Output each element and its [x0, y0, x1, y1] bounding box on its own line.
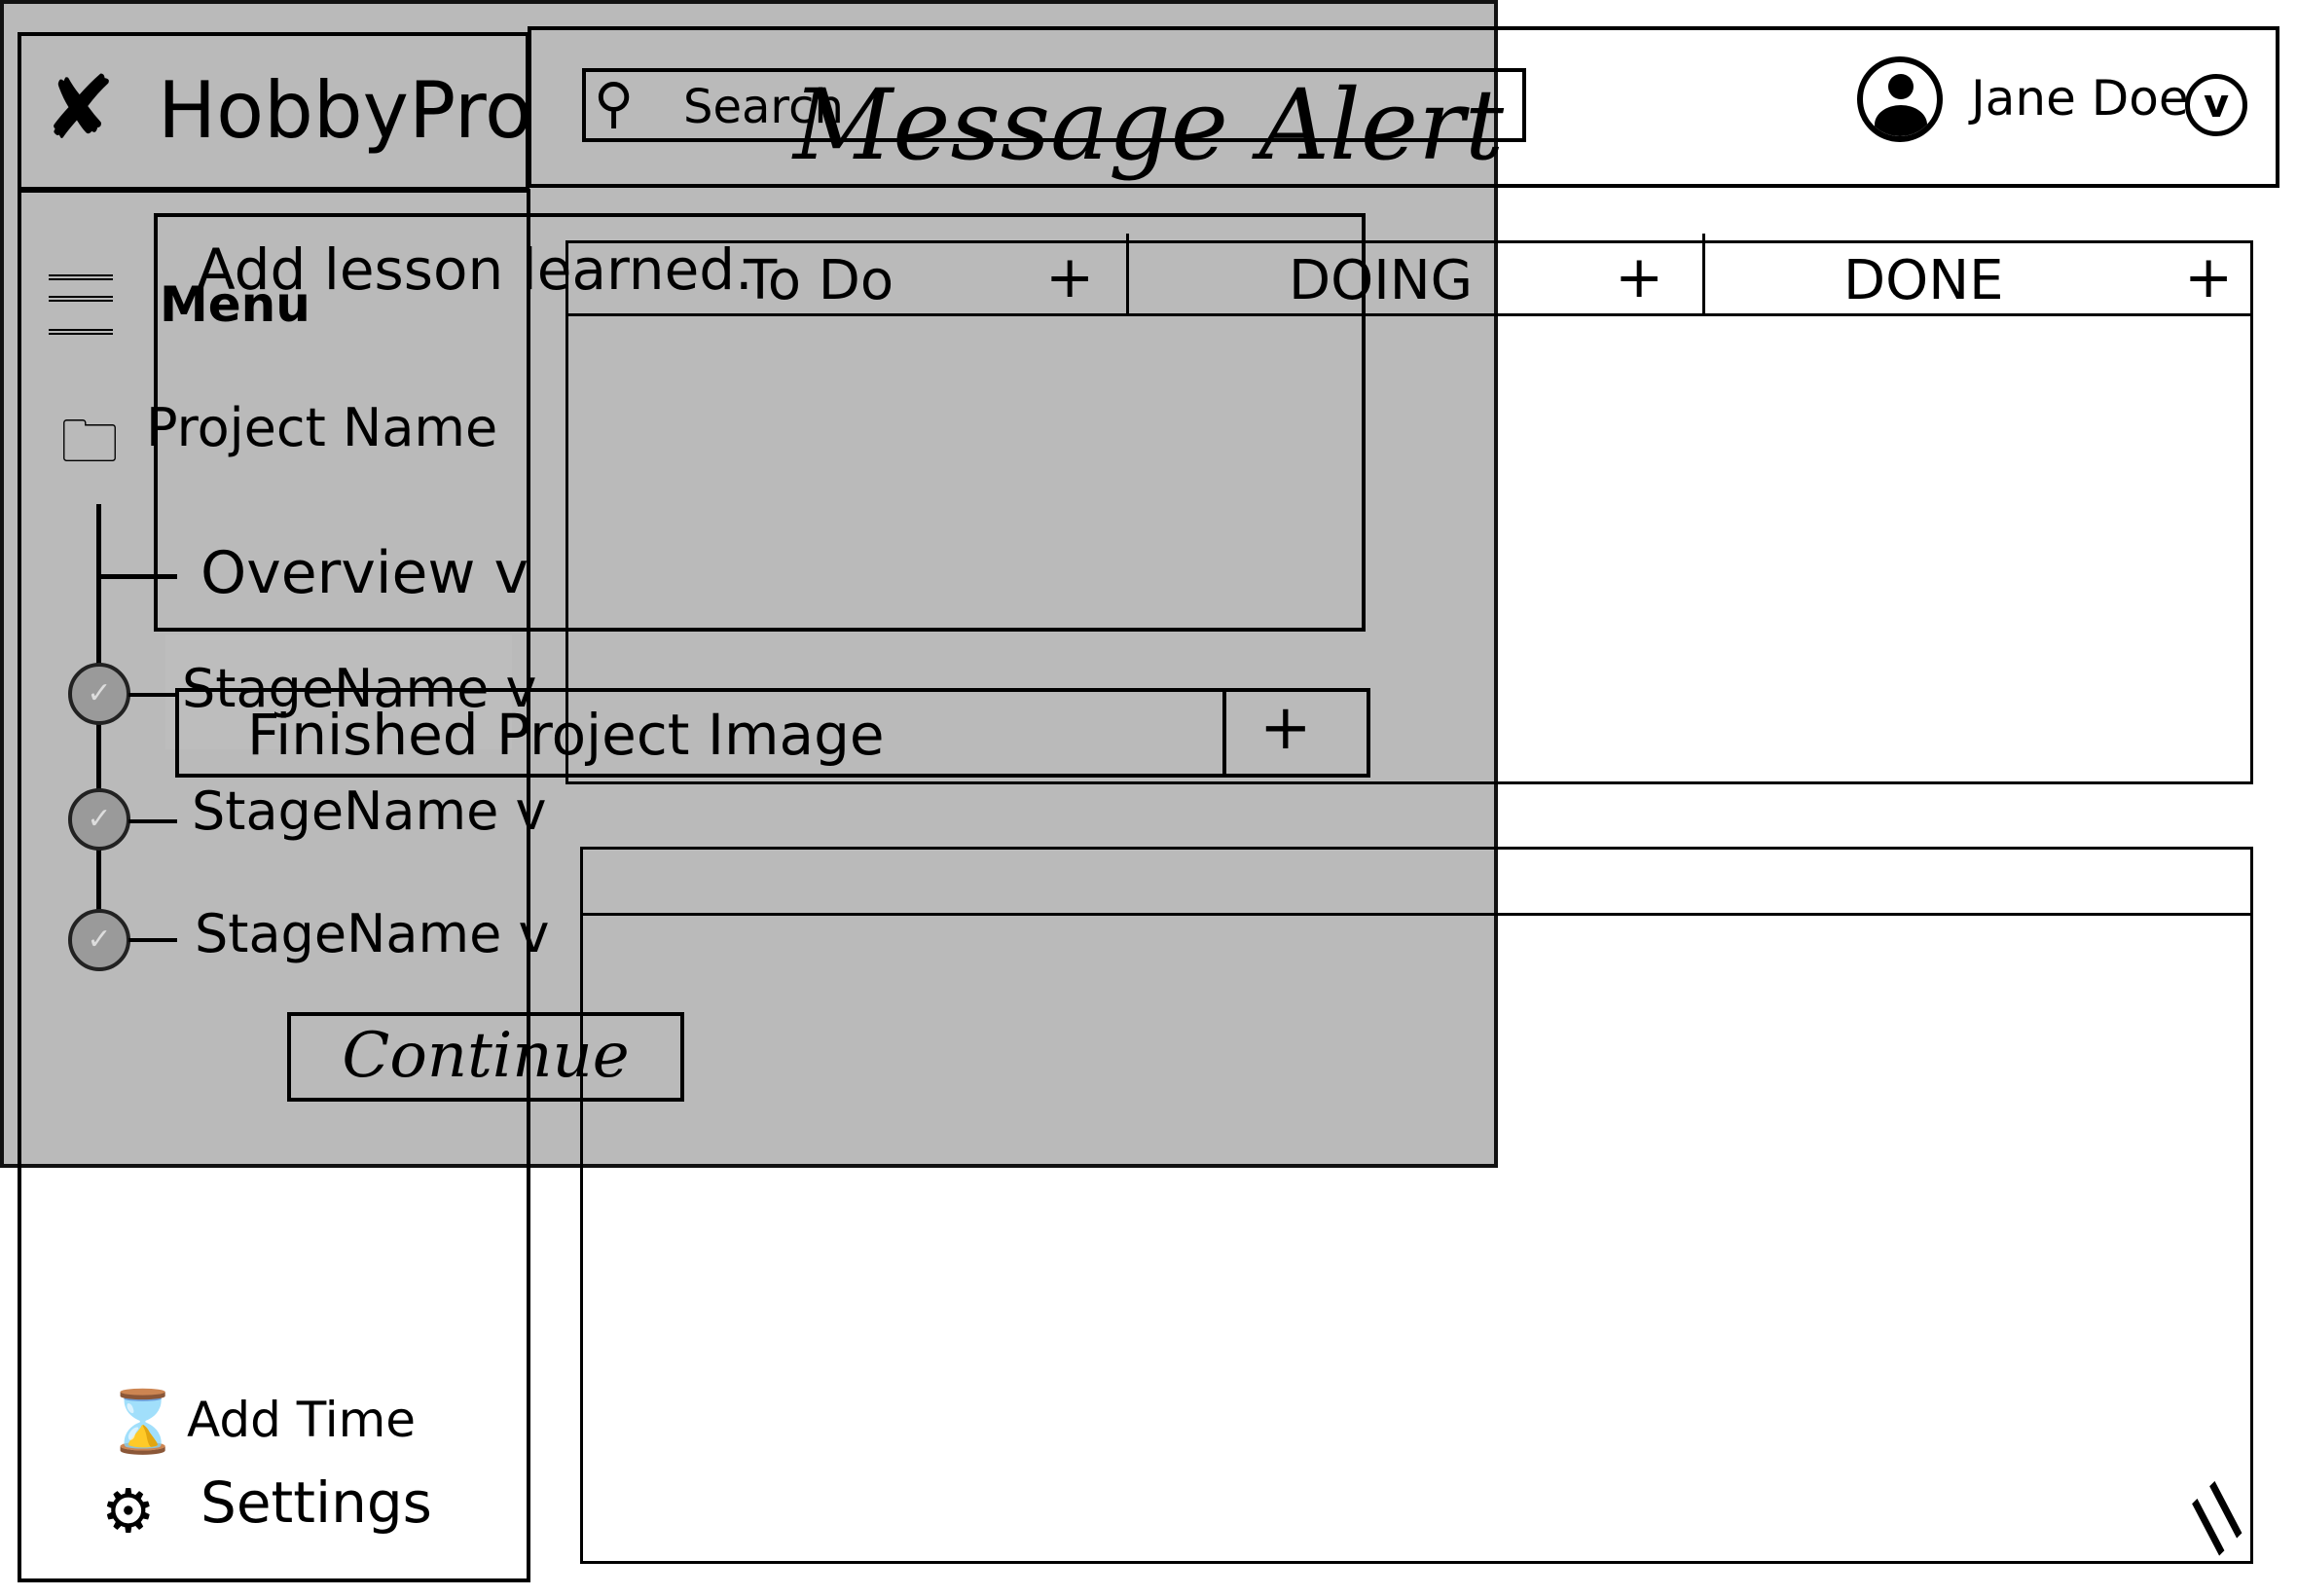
finished-image-field[interactable]: Finished Project Image +: [175, 688, 1370, 778]
add-done-button[interactable]: +: [2184, 243, 2233, 311]
resize-handle-icon[interactable]: //: [2169, 1471, 2261, 1563]
add-time-button[interactable]: Add Time: [187, 1392, 416, 1448]
add-doing-button[interactable]: +: [1615, 243, 1663, 311]
modal-title: Message Alert: [792, 68, 1505, 182]
sidebar-item-stage-2[interactable]: StageName v: [192, 780, 546, 842]
notes-panel: //: [580, 847, 2262, 1564]
settings-button[interactable]: Settings: [201, 1469, 432, 1536]
column-done: DONE: [1843, 249, 2004, 312]
folder-icon: 🗀: [60, 408, 119, 476]
add-image-button[interactable]: +: [1259, 692, 1312, 764]
stage-label: StageName: [195, 903, 502, 964]
lesson-textarea[interactable]: Add lesson learned.: [154, 213, 1366, 632]
gear-icon[interactable]: ⚙: [101, 1475, 156, 1546]
hourglass-icon: ⌛: [105, 1386, 181, 1457]
stage-label: StageName: [192, 780, 499, 842]
menu-icon[interactable]: [49, 274, 113, 335]
check-circle-icon[interactable]: ✓: [68, 909, 130, 971]
check-circle-icon[interactable]: ✓: [68, 788, 130, 851]
check-circle-icon[interactable]: ✓: [68, 663, 130, 725]
image-field-label: Finished Project Image: [247, 702, 885, 768]
continue-label: Continue: [342, 1020, 630, 1092]
sidebar-item-stage-3[interactable]: StageName v: [195, 903, 549, 964]
continue-button[interactable]: Continue: [287, 1012, 684, 1102]
lesson-text: Add lesson learned.: [197, 236, 753, 303]
